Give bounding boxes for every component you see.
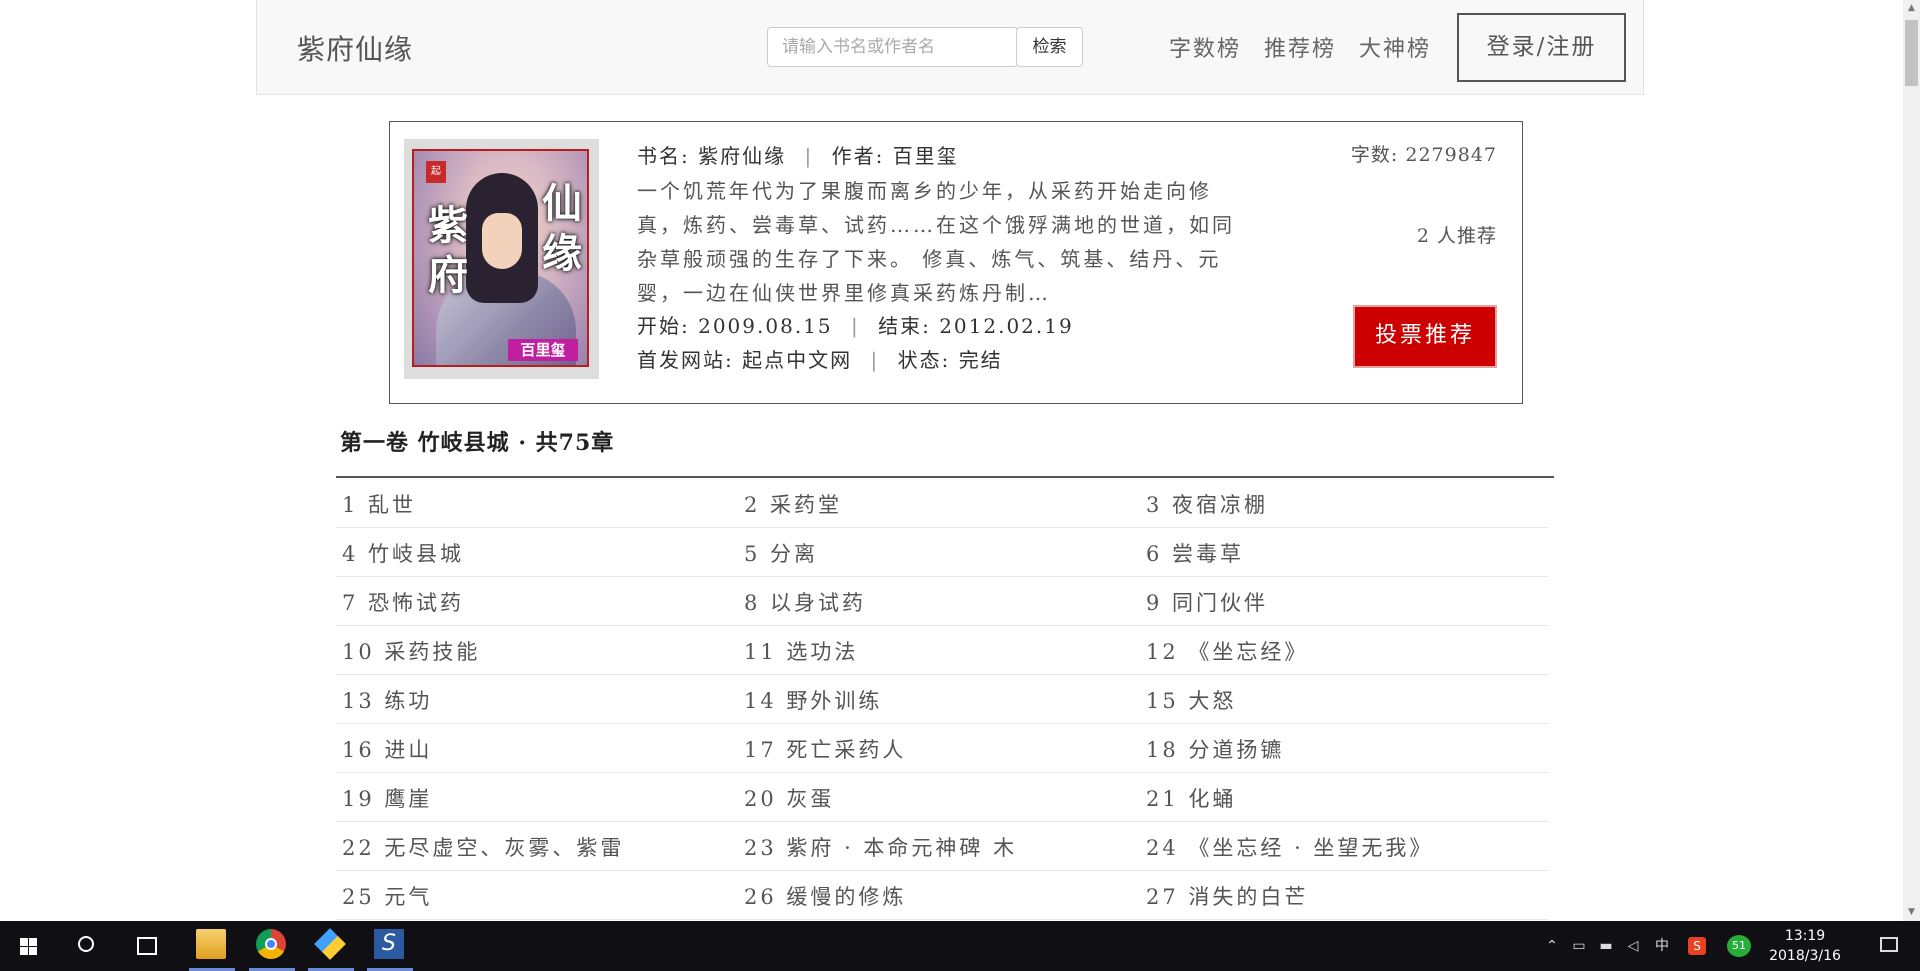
chapter-link[interactable]: 24 《坐忘经 · 坐望无我》 (1146, 822, 1433, 870)
chapter-row: 4 竹岐县城 5 分离 6 尝毒草 (336, 528, 1548, 577)
chapter-row: 7 恐怖试药 8 以身试药 9 同门伙伴 (336, 577, 1548, 626)
chapter-row: 22 无尽虚空、灰雾、紫雷 23 紫府 · 本命元神碑 木 24 《坐忘经 · 坐望… (336, 822, 1548, 871)
book-title: 紫府仙缘 (698, 144, 787, 168)
book-dates-line: 开始: 2009.08.15 | 结束: 2012.02.19 (637, 314, 1074, 338)
volume-icon[interactable]: ◁ (1622, 921, 1644, 971)
chapter-link[interactable]: 25 元气 (342, 871, 432, 919)
cover-author-tag: 百里玺 (508, 339, 578, 361)
top-navbar: 紫府仙缘 检索 字数榜 推荐榜 大神榜 登录/注册 (256, 0, 1644, 95)
chapter-link[interactable]: 18 分道扬镳 (1146, 724, 1284, 772)
cover-seal: 起 (426, 161, 446, 183)
chapter-link[interactable]: 12 《坐忘经》 (1146, 626, 1308, 674)
chapter-link[interactable]: 5 分离 (744, 528, 818, 576)
chapter-row: 1 乱世 2 采药堂 3 夜宿凉棚 (336, 479, 1548, 528)
clock-time: 13:19 (1784, 928, 1826, 944)
git-app-icon[interactable] (314, 928, 346, 960)
chapter-link[interactable]: 14 野外训练 (744, 675, 882, 723)
site-title[interactable]: 紫府仙缘 (297, 28, 413, 68)
search-button[interactable]: 检索 (1016, 27, 1083, 67)
chapter-row: 10 采药技能 11 选功法 12 《坐忘经》 (336, 626, 1548, 675)
volume-title: 第一卷 竹岐县城 · 共75章 (340, 430, 615, 456)
cortana-search-icon[interactable] (62, 921, 110, 971)
clock-date: 2018/3/16 (1769, 948, 1841, 964)
chapter-row: 19 鹰崖 20 灰蛋 21 化蛹 (336, 773, 1548, 822)
chapter-link[interactable]: 17 死亡采药人 (744, 724, 906, 772)
task-view-icon[interactable] (122, 921, 170, 971)
scroll-up-arrow-icon[interactable]: ▲ (1903, 0, 1920, 17)
ime-indicator[interactable]: 中 (1651, 921, 1673, 971)
cover-image: 起 紫 府 仙 缘 百里玺 (412, 149, 589, 367)
book-title-line: 书名: 紫府仙缘 | 作者: 百里玺 (637, 144, 959, 168)
chapter-link[interactable]: 20 灰蛋 (744, 773, 834, 821)
chapter-row: 16 进山 17 死亡采药人 18 分道扬镳 (336, 724, 1548, 773)
page-scrollbar[interactable]: ▲ ▼ (1903, 0, 1920, 921)
book-status: 完结 (958, 348, 1003, 372)
first-publish-site: 起点中文网 (742, 348, 853, 372)
chapter-link[interactable]: 7 恐怖试药 (342, 577, 464, 625)
search-input[interactable] (767, 27, 1018, 67)
book-cover[interactable]: 起 紫 府 仙 缘 百里玺 (404, 139, 599, 379)
chrome-icon[interactable] (256, 929, 286, 959)
chapter-row: 13 练功 14 野外训练 15 大怒 (336, 675, 1548, 724)
login-register-button[interactable]: 登录/注册 (1457, 13, 1626, 82)
windows-start-icon[interactable] (0, 921, 48, 971)
start-date: 2009.08.15 (698, 314, 833, 338)
chapter-link[interactable]: 4 竹岐县城 (342, 528, 464, 576)
chapter-list: 1 乱世 2 采药堂 3 夜宿凉棚 4 竹岐县城 5 分离 6 尝毒草 7 恐怖试药 8 以身… (336, 479, 1548, 920)
scroll-down-arrow-icon[interactable]: ▼ (1903, 904, 1920, 921)
chapter-link[interactable]: 2 采药堂 (744, 479, 842, 527)
nav-recommend-rank[interactable]: 推荐榜 (1264, 31, 1336, 63)
battery-icon[interactable]: ▬ (1595, 921, 1617, 971)
network-icon[interactable]: ▭ (1568, 921, 1590, 971)
tray-app-badge[interactable]: 51 (1726, 921, 1752, 971)
chapter-link[interactable]: 27 消失的白芒 (1146, 871, 1308, 919)
chapter-link[interactable]: 11 选功法 (744, 626, 858, 674)
file-explorer-icon[interactable] (196, 929, 226, 959)
book-summary: 一个饥荒年代为了果腹而离乡的少年，从采药开始走向修真，炼药、尝毒草、试药……在这… (637, 179, 1235, 305)
book-source-line: 首发网站: 起点中文网 | 状态: 完结 (637, 348, 1003, 372)
chapter-link[interactable]: 1 乱世 (342, 479, 416, 527)
nav-word-count-rank[interactable]: 字数榜 (1169, 31, 1241, 63)
chapter-link[interactable]: 22 无尽虚空、灰雾、紫雷 (342, 822, 624, 870)
chapter-link[interactable]: 21 化蛹 (1146, 773, 1236, 821)
recommend-count: 2 人推荐 (1416, 225, 1497, 247)
chapter-link[interactable]: 26 缓慢的修炼 (744, 871, 906, 919)
end-date: 2012.02.19 (939, 314, 1074, 338)
book-author[interactable]: 百里玺 (893, 144, 959, 168)
chapter-link[interactable]: 16 进山 (342, 724, 432, 772)
volume-divider (336, 476, 1554, 478)
chapter-link[interactable]: 10 采药技能 (342, 626, 480, 674)
book-info-card: 起 紫 府 仙 缘 百里玺 书名: 紫府仙缘 | 作者: 百里玺 一个饥荒年代为… (389, 121, 1523, 404)
chapter-link[interactable]: 13 练功 (342, 675, 432, 723)
scroll-thumb[interactable] (1905, 20, 1918, 86)
sogou-input-icon[interactable]: S (1685, 921, 1707, 971)
chapter-link[interactable]: 9 同门伙伴 (1146, 577, 1268, 625)
chapter-link[interactable]: 3 夜宿凉棚 (1146, 479, 1268, 527)
chapter-link[interactable]: 8 以身试药 (744, 577, 866, 625)
vote-recommend-button[interactable]: 投票推荐 (1353, 305, 1497, 368)
chapter-link[interactable]: 15 大怒 (1146, 675, 1236, 723)
chapter-row: 25 元气 26 缓慢的修炼 27 消失的白芒 (336, 871, 1548, 920)
word-count: 字数: 2279847 (1350, 144, 1497, 166)
tray-expand-icon[interactable]: ⌃ (1543, 921, 1561, 971)
taskbar-clock[interactable]: 13:19 2018/3/16 (1760, 926, 1850, 966)
chapter-link[interactable]: 23 紫府 · 本命元神碑 木 (744, 822, 1017, 870)
editor-app-icon[interactable]: S (374, 929, 404, 959)
nav-master-rank[interactable]: 大神榜 (1359, 31, 1431, 63)
chapter-link[interactable]: 19 鹰崖 (342, 773, 432, 821)
windows-taskbar: S ⌃ ▭ ▬ ◁ 中 S 51 13:19 2018/3/16 (0, 921, 1920, 971)
chapter-link[interactable]: 6 尝毒草 (1146, 528, 1244, 576)
notification-center-icon[interactable] (1880, 937, 1898, 952)
